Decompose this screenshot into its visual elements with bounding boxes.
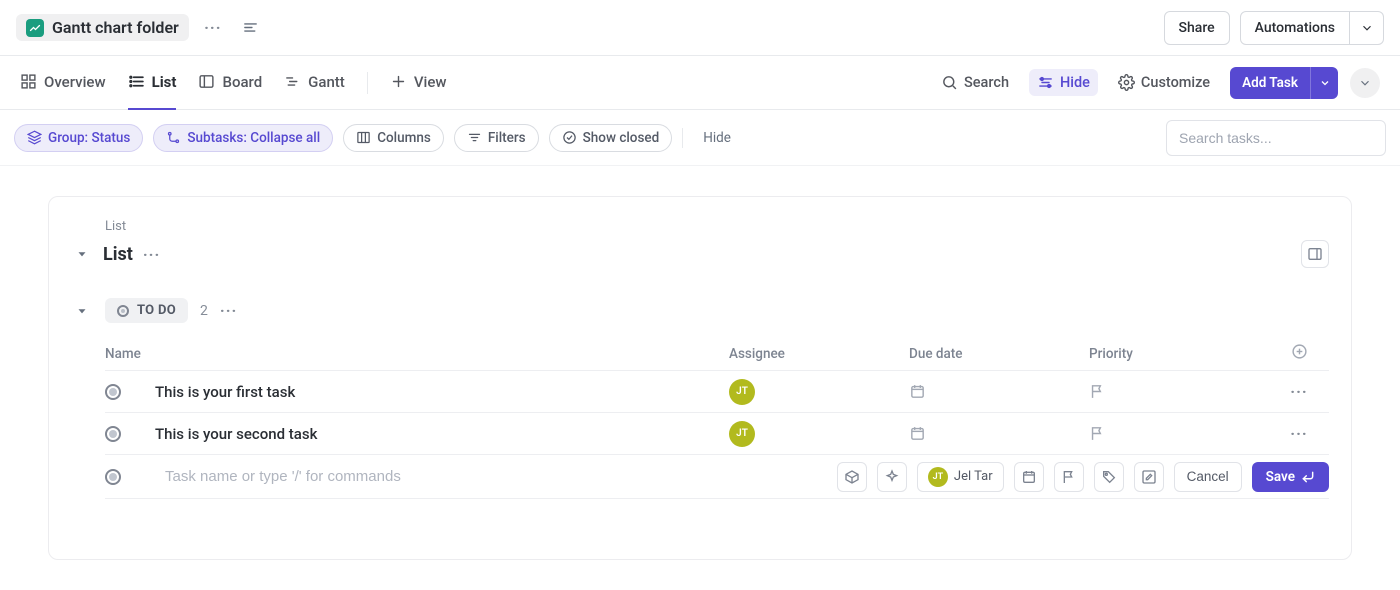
automations-button[interactable]: Automations: [1240, 11, 1350, 45]
list-card: List List ··· TO DO 2 ···: [48, 196, 1352, 560]
assignee-avatar[interactable]: JT: [729, 379, 755, 405]
show-closed-chip[interactable]: Show closed: [549, 124, 673, 152]
subtasks-chip-label: Subtasks: Collapse all: [187, 130, 320, 146]
priority-button[interactable]: [1054, 462, 1084, 492]
search-tasks-input[interactable]: [1166, 120, 1386, 156]
status-circle-icon[interactable]: [105, 384, 121, 400]
ai-button[interactable]: [877, 462, 907, 492]
assignee-name: Jel Tar: [954, 469, 993, 484]
list-title: List: [103, 244, 133, 265]
status-count: 2: [200, 303, 208, 319]
customize-button[interactable]: Customize: [1110, 69, 1218, 96]
filters-chip-label: Filters: [488, 130, 526, 146]
add-task-caret[interactable]: [1310, 67, 1338, 99]
tag-button[interactable]: [1094, 462, 1124, 492]
tab-gantt[interactable]: Gantt: [284, 56, 345, 110]
add-task-button[interactable]: Add Task: [1230, 67, 1310, 99]
status-collapse-caret[interactable]: [71, 300, 93, 322]
customize-label: Customize: [1141, 74, 1210, 91]
filters-chip[interactable]: Filters: [454, 124, 539, 152]
group-chip-label: Group: Status: [48, 130, 130, 146]
tab-list[interactable]: List: [128, 56, 177, 110]
assignee-avatar[interactable]: JT: [729, 421, 755, 447]
more-menu-button[interactable]: [1350, 68, 1380, 98]
col-name[interactable]: Name: [105, 346, 729, 362]
group-chip[interactable]: Group: Status: [14, 124, 143, 152]
task-name: This is your first task: [155, 383, 295, 401]
list-more-icon[interactable]: ···: [143, 245, 160, 264]
hide-label: Hide: [1060, 74, 1090, 91]
tab-overview[interactable]: Overview: [20, 56, 106, 110]
show-closed-label: Show closed: [583, 130, 660, 146]
col-due[interactable]: Due date: [909, 346, 1089, 362]
search-label: Search: [964, 74, 1009, 91]
priority-cell[interactable]: [1089, 383, 1269, 400]
table-row[interactable]: This is your first task JT ···: [105, 371, 1329, 413]
breadcrumb: List: [105, 219, 1329, 234]
status-circle-icon[interactable]: [105, 426, 121, 442]
row-more-icon[interactable]: ···: [1290, 424, 1307, 443]
hide-button[interactable]: Hide: [1029, 69, 1098, 96]
tab-board[interactable]: Board: [198, 56, 262, 110]
folder-title: Gantt chart folder: [52, 18, 179, 37]
tab-divider: [367, 72, 368, 94]
automations-caret[interactable]: [1350, 11, 1384, 45]
add-view-label: View: [414, 73, 447, 91]
status-more-icon[interactable]: ···: [220, 301, 237, 320]
col-priority[interactable]: Priority: [1089, 346, 1269, 362]
due-date-cell[interactable]: [909, 425, 1089, 442]
cancel-button[interactable]: Cancel: [1174, 462, 1242, 492]
add-view-button[interactable]: View: [390, 56, 447, 110]
subtasks-chip[interactable]: Subtasks: Collapse all: [153, 124, 333, 152]
save-button[interactable]: Save: [1252, 462, 1329, 492]
table-row[interactable]: This is your second task JT ···: [105, 413, 1329, 455]
assignee-pill[interactable]: JT Jel Tar: [917, 462, 1004, 492]
collapse-sidebar-icon[interactable]: [237, 14, 265, 42]
add-column-button[interactable]: [1291, 343, 1308, 364]
priority-cell[interactable]: [1089, 425, 1269, 442]
task-type-button[interactable]: [837, 462, 867, 492]
columns-chip[interactable]: Columns: [343, 124, 444, 152]
tab-list-label: List: [152, 73, 177, 91]
task-name: This is your second task: [155, 425, 317, 443]
list-collapse-caret[interactable]: [71, 243, 93, 265]
col-assignee[interactable]: Assignee: [729, 346, 909, 362]
folder-more-icon[interactable]: ···: [199, 14, 227, 42]
chart-icon: [26, 19, 44, 37]
tab-gantt-label: Gantt: [308, 73, 345, 91]
share-button[interactable]: Share: [1164, 11, 1230, 45]
status-circle-icon[interactable]: [105, 469, 121, 485]
due-date-button[interactable]: [1014, 462, 1044, 492]
row-more-icon[interactable]: ···: [1290, 382, 1307, 401]
hide-chip[interactable]: Hide: [693, 125, 741, 151]
filter-divider: [682, 128, 683, 148]
due-date-cell[interactable]: [909, 383, 1089, 400]
new-task-input[interactable]: [165, 468, 827, 485]
status-dot-icon: [117, 305, 129, 317]
new-task-row: JT Jel Tar Cancel Save: [105, 455, 1329, 499]
edit-button[interactable]: [1134, 462, 1164, 492]
save-label: Save: [1266, 469, 1295, 485]
panel-toggle-button[interactable]: [1301, 240, 1329, 268]
tab-board-label: Board: [222, 73, 262, 91]
columns-chip-label: Columns: [377, 130, 431, 146]
folder-chip[interactable]: Gantt chart folder: [16, 14, 189, 41]
hide-chip-label: Hide: [703, 130, 731, 146]
assignee-avatar-sm: JT: [928, 467, 948, 487]
tab-overview-label: Overview: [44, 73, 106, 91]
status-chip[interactable]: TO DO: [105, 298, 188, 323]
search-button[interactable]: Search: [933, 69, 1017, 96]
status-label: TO DO: [137, 303, 176, 318]
